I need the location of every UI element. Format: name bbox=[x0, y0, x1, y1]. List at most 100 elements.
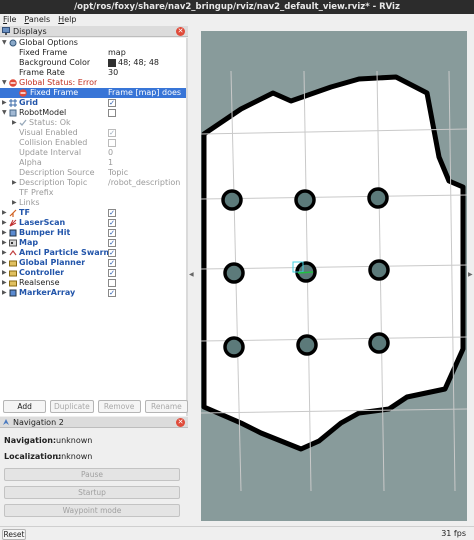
expand-arrow-icon[interactable]: ▶ bbox=[2, 278, 7, 288]
checkbox[interactable] bbox=[108, 279, 116, 287]
3d-view[interactable] bbox=[201, 31, 467, 521]
reset-button[interactable]: Reset bbox=[2, 529, 26, 540]
description-source-value[interactable]: Topic bbox=[108, 168, 184, 178]
tree-map[interactable]: ▶ Map ✓ bbox=[0, 238, 186, 248]
pose-array-icon bbox=[9, 250, 17, 256]
dock-splitter[interactable]: ◀ bbox=[188, 26, 200, 526]
expand-arrow-icon[interactable]: ▶ bbox=[2, 208, 7, 218]
frame-rate-value[interactable]: 30 bbox=[108, 68, 184, 78]
checkbox[interactable]: ✓ bbox=[108, 209, 116, 217]
checkbox[interactable]: ✓ bbox=[108, 239, 116, 247]
collapse-left-icon[interactable]: ◀ bbox=[189, 271, 194, 278]
tree-background-color[interactable]: Background Color 48; 48; 48 bbox=[0, 58, 186, 68]
displays-tree[interactable]: ▼ Global Options Fixed Frame map Backgro… bbox=[0, 38, 186, 416]
expand-arrow-icon[interactable]: ▶ bbox=[12, 118, 17, 128]
color-swatch[interactable] bbox=[108, 59, 116, 67]
alpha-value[interactable]: 1 bbox=[108, 158, 184, 168]
tree-visual-enabled[interactable]: Visual Enabled ✓ bbox=[0, 128, 186, 138]
marker-icon bbox=[9, 289, 17, 297]
checkbox[interactable]: ✓ bbox=[108, 229, 116, 237]
pause-button[interactable]: Pause bbox=[4, 468, 180, 481]
right-splitter[interactable]: ▶ bbox=[467, 26, 474, 526]
expand-arrow-icon[interactable]: ▶ bbox=[2, 258, 7, 268]
axes-icon bbox=[9, 209, 17, 217]
background-color-value[interactable]: 48; 48; 48 bbox=[108, 58, 184, 68]
tree-links[interactable]: ▶ Links bbox=[0, 198, 186, 208]
tree-bumper-hit[interactable]: ▶ Bumper Hit ✓ bbox=[0, 228, 186, 238]
tree-update-interval[interactable]: Update Interval 0 bbox=[0, 148, 186, 158]
expand-arrow-icon[interactable]: ▼ bbox=[2, 108, 7, 118]
expand-arrow-icon[interactable]: ▼ bbox=[2, 78, 7, 88]
tree-global-status[interactable]: ▼ Global Status: Error bbox=[0, 78, 186, 88]
folder-icon bbox=[9, 270, 17, 277]
checkbox[interactable]: ✓ bbox=[108, 269, 116, 277]
tree-frame-rate[interactable]: Frame Rate 30 bbox=[0, 68, 186, 78]
rename-button[interactable]: Rename bbox=[144, 400, 188, 413]
checkbox[interactable]: ✓ bbox=[108, 249, 116, 257]
menu-file[interactable]: File bbox=[3, 14, 16, 26]
status-fixed-frame-value: Frame [map] does ... bbox=[108, 88, 184, 97]
menu-help[interactable]: Help bbox=[58, 14, 76, 26]
checkbox[interactable]: ✓ bbox=[108, 219, 116, 227]
tree-laser-scan[interactable]: ▶ LaserScan ✓ bbox=[0, 218, 186, 228]
checkbox[interactable]: ✓ bbox=[108, 259, 116, 267]
expand-arrow-icon[interactable]: ▶ bbox=[12, 178, 17, 188]
checkbox[interactable]: ✓ bbox=[108, 99, 116, 107]
add-button[interactable]: Add bbox=[3, 400, 47, 413]
tree-status-fixed-frame[interactable]: Fixed Frame Frame [map] does ... bbox=[0, 88, 186, 98]
tree-global-planner[interactable]: ▶ Global Planner ✓ bbox=[0, 258, 186, 268]
robot-icon bbox=[9, 109, 17, 117]
fixed-frame-value[interactable]: map bbox=[108, 48, 184, 58]
error-icon bbox=[9, 79, 17, 87]
tree-description-topic[interactable]: ▶ Description Topic /robot_description bbox=[0, 178, 186, 188]
map-icon bbox=[9, 239, 17, 247]
expand-arrow-icon[interactable]: ▼ bbox=[2, 38, 7, 48]
tree-robot-model[interactable]: ▼ RobotModel bbox=[0, 108, 186, 118]
tree-robot-status[interactable]: ▶ Status: Ok bbox=[0, 118, 186, 128]
tree-tf[interactable]: ▶ TF ✓ bbox=[0, 208, 186, 218]
tree-marker-array[interactable]: ▶ MarkerArray ✓ bbox=[0, 288, 186, 298]
tree-realsense[interactable]: ▶ Realsense bbox=[0, 278, 186, 288]
checkbox[interactable] bbox=[108, 139, 116, 147]
tree-grid[interactable]: ▶ Grid ✓ bbox=[0, 98, 186, 108]
menu-panels[interactable]: Panels bbox=[24, 14, 50, 26]
tree-label: Controller bbox=[19, 268, 65, 277]
collapse-right-icon[interactable]: ▶ bbox=[468, 271, 473, 278]
tree-collision-enabled[interactable]: Collision Enabled bbox=[0, 138, 186, 148]
tree-label: Bumper Hit bbox=[19, 228, 71, 237]
tree-amcl[interactable]: ▶ Amcl Particle Swarm ✓ bbox=[0, 248, 186, 258]
tree-description-source[interactable]: Description Source Topic bbox=[0, 168, 186, 178]
expand-arrow-icon[interactable]: ▶ bbox=[2, 228, 7, 238]
expand-arrow-icon[interactable]: ▶ bbox=[2, 218, 7, 228]
tree-alpha[interactable]: Alpha 1 bbox=[0, 158, 186, 168]
description-topic-value[interactable]: /robot_description bbox=[108, 178, 184, 188]
expand-arrow-icon[interactable]: ▶ bbox=[2, 288, 7, 298]
expand-arrow-icon[interactable]: ▶ bbox=[2, 268, 7, 278]
startup-button[interactable]: Startup bbox=[4, 486, 180, 499]
tree-controller[interactable]: ▶ Controller ✓ bbox=[0, 268, 186, 278]
waypoint-mode-button[interactable]: Waypoint mode bbox=[4, 504, 180, 517]
checkbox[interactable]: ✓ bbox=[108, 289, 116, 297]
fps-readout: 31 fps bbox=[441, 529, 466, 538]
checkbox[interactable] bbox=[108, 109, 116, 117]
close-icon[interactable]: ✕ bbox=[176, 418, 185, 427]
folder-icon bbox=[9, 280, 17, 287]
tree-global-options[interactable]: ▼ Global Options bbox=[0, 38, 186, 48]
navigation-icon bbox=[3, 419, 9, 425]
duplicate-button[interactable]: Duplicate bbox=[50, 400, 94, 413]
map-canvas[interactable] bbox=[201, 31, 467, 521]
display-buttons: Add Duplicate Remove Rename bbox=[0, 400, 188, 416]
tree-fixed-frame[interactable]: Fixed Frame map bbox=[0, 48, 186, 58]
remove-button[interactable]: Remove bbox=[97, 400, 141, 413]
expand-arrow-icon[interactable]: ▶ bbox=[2, 238, 7, 248]
tree-label: Fixed Frame bbox=[30, 88, 79, 97]
checkbox[interactable]: ✓ bbox=[108, 129, 116, 137]
close-icon[interactable]: ✕ bbox=[176, 27, 185, 36]
expand-arrow-icon[interactable]: ▶ bbox=[2, 98, 7, 108]
tree-tf-prefix[interactable]: TF Prefix bbox=[0, 188, 186, 198]
tree-label: Amcl Particle Swarm bbox=[19, 248, 112, 257]
expand-arrow-icon[interactable]: ▶ bbox=[2, 248, 7, 258]
expand-arrow-icon[interactable]: ▶ bbox=[12, 198, 17, 208]
navigation-title: Navigation 2 bbox=[13, 417, 64, 427]
update-interval-value[interactable]: 0 bbox=[108, 148, 184, 158]
